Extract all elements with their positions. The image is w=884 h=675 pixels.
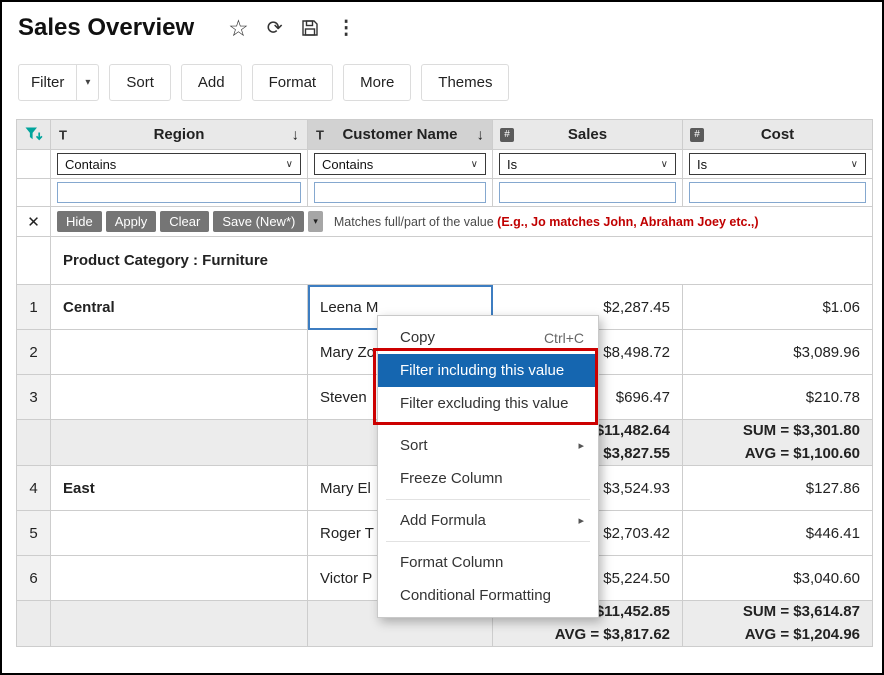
chevron-down-icon: ∨ bbox=[286, 159, 293, 170]
favorite-star-icon[interactable]: ☆ bbox=[228, 16, 249, 40]
row-number-cell bbox=[17, 601, 51, 647]
menu-sort[interactable]: Sort ▸ bbox=[378, 429, 598, 462]
save-icon[interactable] bbox=[301, 16, 319, 40]
text-type-icon: T bbox=[316, 127, 324, 142]
column-header-region[interactable]: T Region ↓ bbox=[51, 120, 308, 150]
menu-filter-including[interactable]: Filter including this value bbox=[378, 354, 598, 387]
cell-region[interactable]: East bbox=[51, 466, 308, 511]
close-filter-button[interactable]: ✕ bbox=[17, 207, 51, 237]
cell-region[interactable] bbox=[51, 375, 308, 420]
filter-button[interactable]: Filter ▾ bbox=[18, 64, 99, 101]
menu-freeze-column[interactable]: Freeze Column bbox=[378, 462, 598, 495]
cell-cost[interactable]: $1.06 bbox=[683, 285, 873, 330]
context-menu: Copy Ctrl+C Filter including this value … bbox=[377, 315, 599, 618]
blank-cell bbox=[17, 150, 51, 179]
cell-cost[interactable]: $446.41 bbox=[683, 511, 873, 556]
filter-funnel-icon bbox=[23, 124, 44, 145]
save-new-button[interactable]: Save (New*) bbox=[213, 211, 304, 232]
filter-toggle-cell[interactable] bbox=[17, 120, 51, 150]
cell-cost[interactable]: $3,089.96 bbox=[683, 330, 873, 375]
add-button[interactable]: Add bbox=[181, 64, 242, 101]
row-number: 4 bbox=[17, 466, 51, 511]
copy-shortcut: Ctrl+C bbox=[544, 330, 584, 346]
refresh-icon[interactable]: ⟳ bbox=[267, 16, 283, 40]
header-row: T Region ↓ T Customer Name ↓ # Sales # bbox=[17, 120, 873, 150]
group-header-label: Product Category : Furniture bbox=[51, 237, 873, 285]
row-number: 2 bbox=[17, 330, 51, 375]
filter-action-row: ✕ Hide Apply Clear Save (New*) ▾ Matches… bbox=[17, 207, 873, 237]
page-title: Sales Overview bbox=[18, 14, 194, 42]
menu-add-formula[interactable]: Add Formula ▸ bbox=[378, 504, 598, 537]
cost-filter-input[interactable] bbox=[689, 182, 866, 203]
customer-filter-input[interactable] bbox=[314, 182, 486, 203]
customer-operator-select[interactable]: Contains ∨ bbox=[314, 153, 486, 175]
submenu-arrow-icon: ▸ bbox=[578, 439, 584, 452]
filter-hint-example: (E.g., Jo matches John, Abraham Joey etc… bbox=[497, 215, 758, 229]
row-number: 6 bbox=[17, 556, 51, 601]
row-number: 5 bbox=[17, 511, 51, 556]
hide-button[interactable]: Hide bbox=[57, 211, 102, 232]
sort-button[interactable]: Sort bbox=[109, 64, 171, 101]
menu-format-column[interactable]: Format Column bbox=[378, 546, 598, 579]
filter-hint-text: Matches full/part of the value (E.g., Jo… bbox=[334, 215, 759, 229]
cell-cost[interactable]: $210.78 bbox=[683, 375, 873, 420]
sort-desc-icon[interactable]: ↓ bbox=[477, 126, 485, 143]
sort-desc-icon[interactable]: ↓ bbox=[292, 126, 300, 143]
format-button[interactable]: Format bbox=[252, 64, 334, 101]
menu-filter-excluding[interactable]: Filter excluding this value bbox=[378, 387, 598, 420]
chevron-down-icon: ∨ bbox=[851, 159, 858, 170]
chevron-down-icon: ∨ bbox=[471, 159, 478, 170]
cell-region bbox=[51, 420, 308, 466]
region-operator-select[interactable]: Contains ∨ bbox=[57, 153, 301, 175]
apply-button[interactable]: Apply bbox=[106, 211, 157, 232]
row-number: 1 bbox=[17, 285, 51, 330]
cell-cost[interactable]: $127.86 bbox=[683, 466, 873, 511]
more-button[interactable]: More bbox=[343, 64, 411, 101]
number-type-icon: # bbox=[500, 128, 514, 142]
menu-separator bbox=[386, 499, 590, 500]
blank-cell bbox=[17, 179, 51, 207]
filter-input-row bbox=[17, 179, 873, 207]
filter-dropdown-arrow[interactable]: ▾ bbox=[76, 65, 98, 100]
row-number: 3 bbox=[17, 375, 51, 420]
app-header: Sales Overview ☆ ⟳ ⋮ bbox=[2, 2, 882, 42]
cost-summary: SUM = $3,301.80 AVG = $1,100.60 bbox=[683, 420, 873, 466]
column-header-customer-name[interactable]: T Customer Name ↓ bbox=[308, 120, 493, 150]
group-header-row: Product Category : Furniture bbox=[17, 237, 873, 285]
chevron-down-icon: ∨ bbox=[661, 159, 668, 170]
cell-region[interactable] bbox=[51, 330, 308, 375]
toolbar: Filter ▾ Sort Add Format More Themes bbox=[2, 42, 882, 101]
sales-filter-input[interactable] bbox=[499, 182, 676, 203]
column-header-cost[interactable]: # Cost bbox=[683, 120, 873, 150]
submenu-arrow-icon: ▸ bbox=[578, 514, 584, 527]
sales-operator-select[interactable]: Is ∨ bbox=[499, 153, 676, 175]
more-options-icon[interactable]: ⋮ bbox=[337, 16, 357, 40]
cell-cost[interactable]: $3,040.60 bbox=[683, 556, 873, 601]
row-number-cell bbox=[17, 420, 51, 466]
number-type-icon: # bbox=[690, 128, 704, 142]
themes-button[interactable]: Themes bbox=[421, 64, 509, 101]
cost-summary: SUM = $3,614.87 AVG = $1,204.96 bbox=[683, 601, 873, 647]
cell-region bbox=[51, 601, 308, 647]
menu-copy[interactable]: Copy Ctrl+C bbox=[378, 321, 598, 354]
cost-operator-select[interactable]: Is ∨ bbox=[689, 153, 866, 175]
menu-conditional-formatting[interactable]: Conditional Formatting bbox=[378, 579, 598, 612]
cell-region[interactable] bbox=[51, 511, 308, 556]
cell-region[interactable] bbox=[51, 556, 308, 601]
menu-separator bbox=[386, 424, 590, 425]
menu-separator bbox=[386, 541, 590, 542]
cell-region[interactable]: Central bbox=[51, 285, 308, 330]
text-type-icon: T bbox=[59, 127, 67, 142]
clear-button[interactable]: Clear bbox=[160, 211, 209, 232]
app-window: Sales Overview ☆ ⟳ ⋮ Filter ▾ Sort Add F… bbox=[0, 0, 884, 675]
region-filter-input[interactable] bbox=[57, 182, 301, 203]
save-options-arrow[interactable]: ▾ bbox=[308, 211, 323, 232]
column-header-sales[interactable]: # Sales bbox=[493, 120, 683, 150]
row-number-cell bbox=[17, 237, 51, 285]
filter-operator-row: Contains ∨ Contains ∨ Is ∨ bbox=[17, 150, 873, 179]
